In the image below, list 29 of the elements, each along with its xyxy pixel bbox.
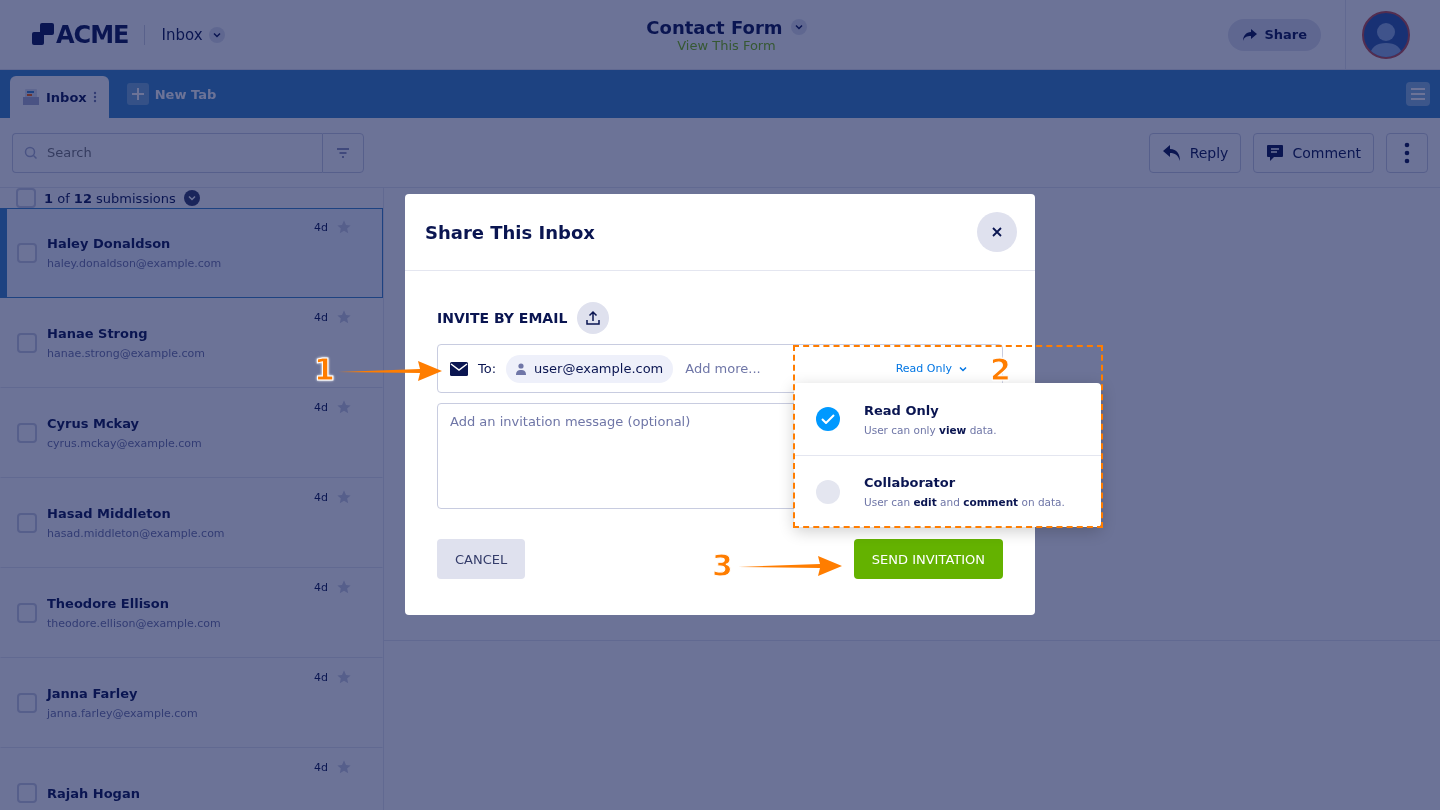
time-ago: 4d xyxy=(314,580,328,594)
submitter-email: hasad.middleton@example.com xyxy=(47,527,225,540)
time-ago: 4d xyxy=(314,670,328,684)
submitter-name: Janna Farley xyxy=(47,686,139,701)
submitter-name: Haley Donaldson xyxy=(47,236,172,251)
submission-count: 1 of 12 submissions xyxy=(44,190,176,206)
option-title: Collaborator xyxy=(864,475,957,490)
dialog-title: Share This Inbox xyxy=(425,221,595,243)
option-description: User can only view data. xyxy=(864,423,997,436)
to-label: To: xyxy=(478,361,497,376)
submitter-email: janna.farley@example.com xyxy=(47,707,198,720)
submitter-name: Cyrus Mckay xyxy=(47,416,141,431)
submitter-email: hanae.strong@example.com xyxy=(47,347,206,360)
time-ago: 4d xyxy=(314,490,328,504)
submitter-email: cyrus.mckay@example.com xyxy=(47,437,202,450)
step-number: 1 xyxy=(314,352,335,387)
time-ago: 4d xyxy=(314,400,328,414)
submitter-name: Theodore Ellison xyxy=(47,596,171,611)
submitter-name: Hasad Middleton xyxy=(47,506,172,521)
time-ago: 4d xyxy=(314,760,328,774)
logo-text: ACME xyxy=(56,20,129,49)
submitter-name: Rajah Hogan xyxy=(47,785,140,801)
submitter-name: Hanae Strong xyxy=(47,326,149,341)
time-ago: 4d xyxy=(314,310,328,324)
section-title: INVITE BY EMAIL xyxy=(437,310,568,326)
time-ago: 4d xyxy=(314,220,328,234)
option-title: Read Only xyxy=(864,402,940,418)
submitter-email: theodore.ellison@example.com xyxy=(47,617,221,630)
step-number: 3 xyxy=(712,548,733,583)
